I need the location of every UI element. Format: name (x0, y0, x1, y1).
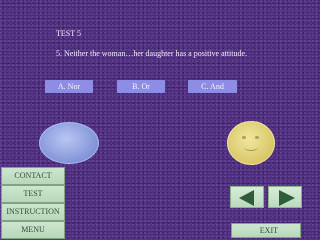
contact-button[interactable]: CONTACT (1, 167, 65, 185)
answer-c-button[interactable]: C. And (188, 80, 237, 93)
answer-b-button[interactable]: B. Or (117, 80, 165, 93)
previous-button[interactable] (230, 186, 264, 208)
instruction-button[interactable]: INSTRUCTION (1, 203, 65, 221)
slide-title: TEST 5 (56, 29, 81, 38)
question-text: 5. Neither the woman…her daughter has a … (56, 49, 248, 58)
menu-button[interactable]: MENU (1, 221, 65, 239)
face-mouth (244, 144, 258, 151)
triangle-left-icon (239, 190, 254, 206)
exit-button[interactable]: EXIT (231, 223, 301, 238)
next-button[interactable] (268, 186, 302, 208)
answer-a-button[interactable]: A. Nor (45, 80, 93, 93)
face-eye (242, 136, 246, 139)
triangle-right-icon (279, 190, 295, 206)
test-button[interactable]: TEST (1, 185, 65, 203)
smiley-face-image (227, 121, 275, 165)
face-eye (255, 136, 259, 139)
face-left-image (39, 122, 99, 164)
